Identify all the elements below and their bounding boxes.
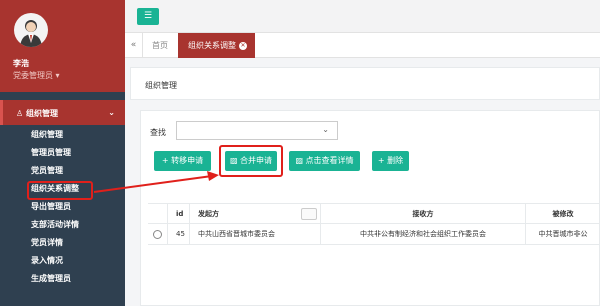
annotation-arrow: [93, 171, 219, 193]
